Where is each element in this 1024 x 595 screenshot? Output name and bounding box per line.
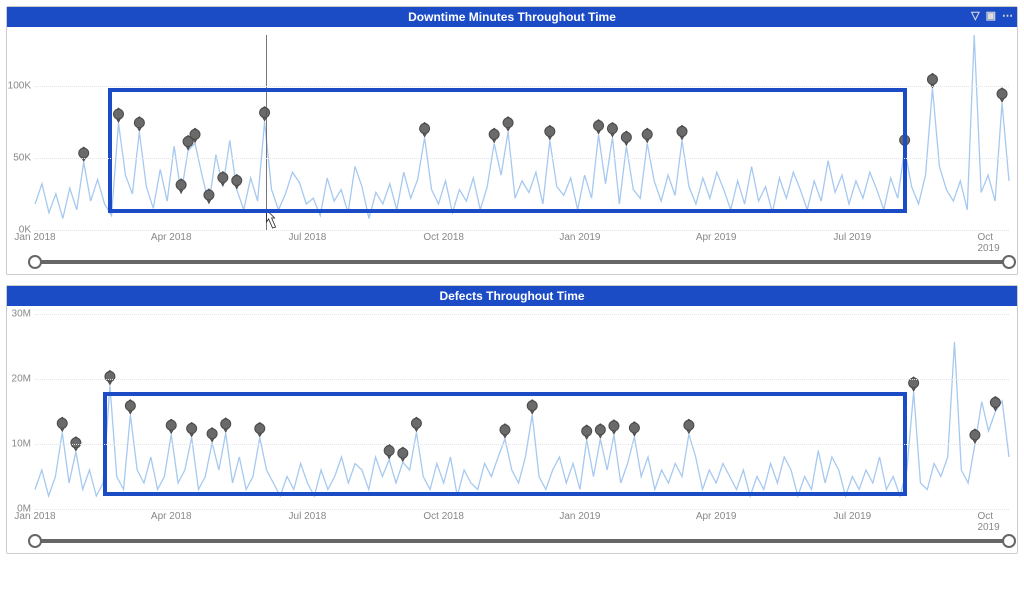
chart-title-bar: Downtime Minutes Throughout Time ▽ ▣ ⋯ (7, 7, 1017, 27)
slider-start-handle[interactable] (28, 255, 42, 269)
time-slider[interactable] (35, 539, 1009, 543)
x-axis: Jan 2018Apr 2018Jul 2018Oct 2018Jan 2019… (35, 232, 1009, 246)
slider-start-handle[interactable] (28, 534, 42, 548)
more-icon[interactable]: ⋯ (1002, 9, 1013, 22)
plot-area[interactable] (35, 314, 1009, 509)
time-slider[interactable] (35, 260, 1009, 264)
slider-end-handle[interactable] (1002, 255, 1016, 269)
plot-area[interactable] (35, 35, 1009, 230)
chart-title: Defects Throughout Time (439, 289, 584, 303)
chart-area[interactable]: 0M10M20M30M Jan 2018Apr 2018Jul 2018Oct … (7, 306, 1017, 553)
chart-title-bar: Defects Throughout Time (7, 286, 1017, 306)
chart-area[interactable]: 0K50K100K Jan 2018Apr 2018Jul 2018Oct 20… (7, 27, 1017, 274)
chart-downtime[interactable]: Downtime Minutes Throughout Time ▽ ▣ ⋯ 0… (6, 6, 1018, 275)
chart-title: Downtime Minutes Throughout Time (408, 10, 616, 24)
y-axis: 0M10M20M30M (7, 314, 35, 509)
filter-icon[interactable]: ▽ (971, 9, 979, 22)
slider-end-handle[interactable] (1002, 534, 1016, 548)
chart-toolbar: ▽ ▣ ⋯ (971, 9, 1013, 22)
chart-defects[interactable]: Defects Throughout Time 0M10M20M30M Jan … (6, 285, 1018, 554)
focus-icon[interactable]: ▣ (986, 9, 996, 22)
y-axis: 0K50K100K (7, 35, 35, 230)
x-axis: Jan 2018Apr 2018Jul 2018Oct 2018Jan 2019… (35, 511, 1009, 525)
